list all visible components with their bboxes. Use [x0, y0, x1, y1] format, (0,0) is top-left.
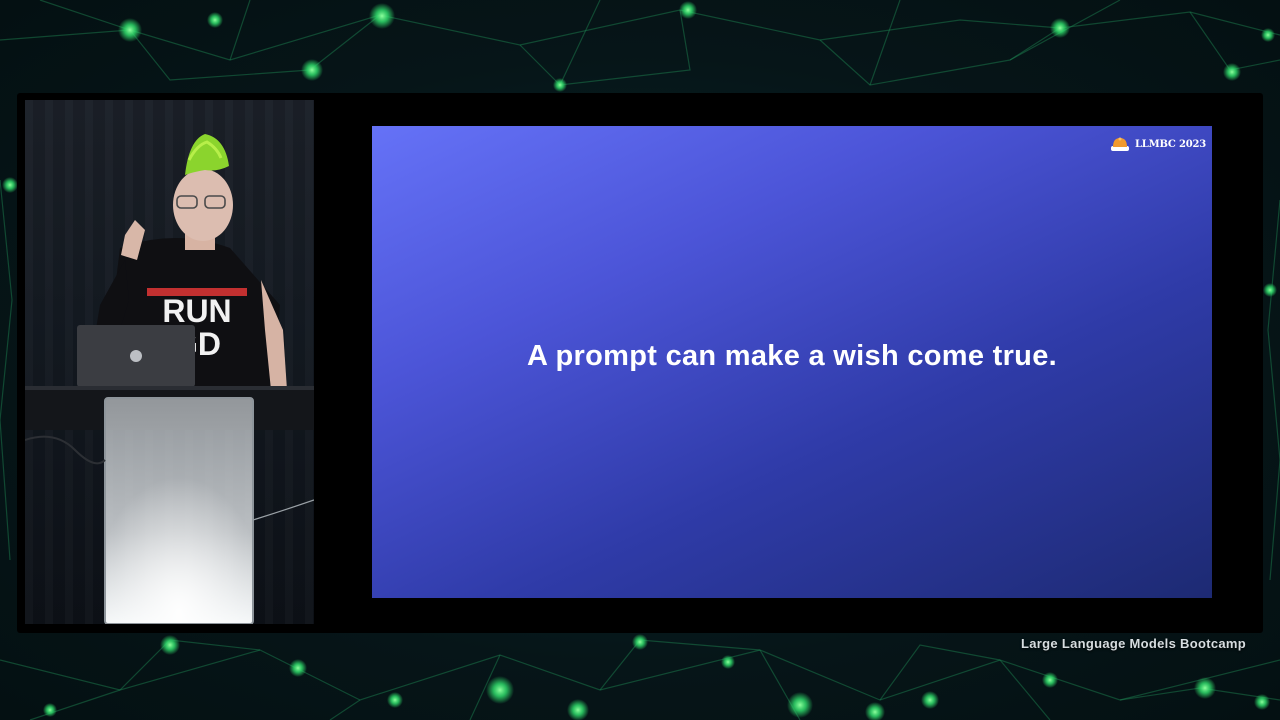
shirt-text-line1: RUN: [162, 293, 231, 329]
presentation-slide: LLMBC 2023 A prompt can make a wish come…: [372, 126, 1212, 598]
speaker-video: RUN GD: [25, 100, 314, 624]
apple-logo-icon: [130, 350, 142, 362]
stream-stage: RUN GD LLMBC 2023 A prompt can make a wi…: [0, 0, 1280, 720]
speaker-illustration: RUN GD: [25, 134, 314, 624]
slide-statement: A prompt can make a wish come true.: [527, 340, 1057, 372]
badge-text: LLMBC 2023: [1134, 138, 1206, 150]
orange-dome-logo-icon: [1110, 137, 1129, 151]
conference-badge: LLMBC 2023: [1110, 136, 1206, 152]
event-caption: Large Language Models Bootcamp: [1021, 636, 1246, 651]
